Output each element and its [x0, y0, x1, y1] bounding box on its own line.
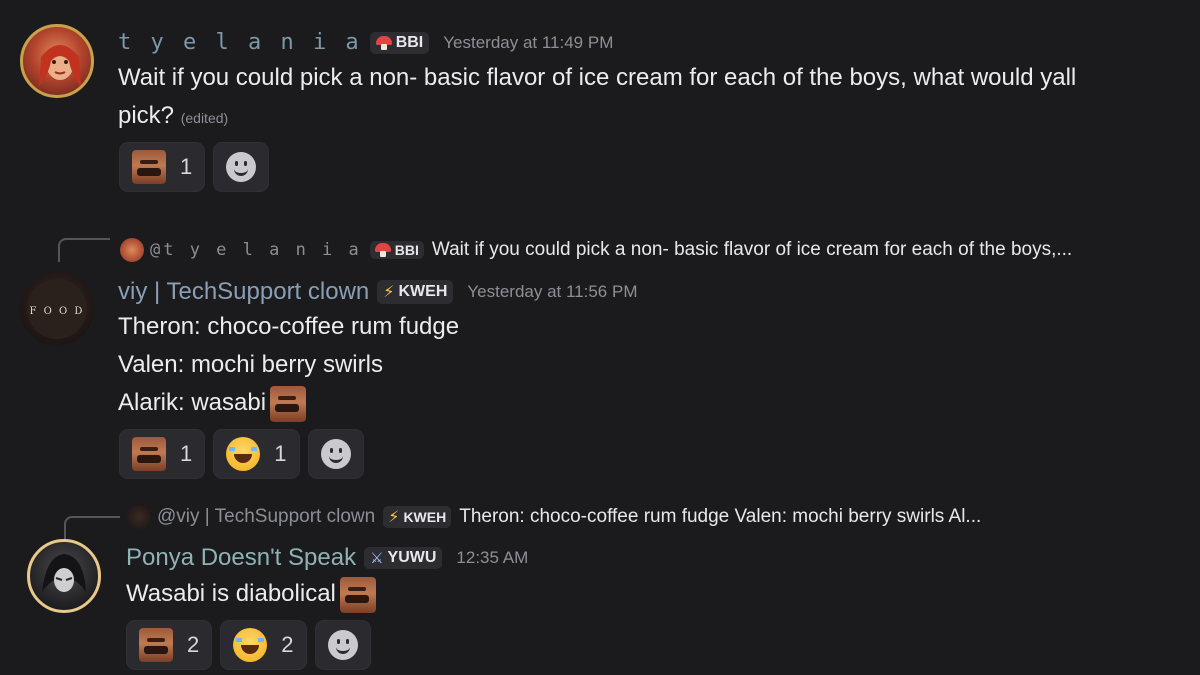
- edited-label: (edited): [180, 110, 229, 126]
- avatar-art: [42, 554, 86, 592]
- avatar-ponya[interactable]: [27, 539, 101, 613]
- reply-avatar: [127, 505, 151, 529]
- reaction-mustache[interactable]: 1: [119, 429, 206, 479]
- reply-tag: ⚡ KWEH: [383, 506, 452, 528]
- add-reaction-icon: [320, 439, 351, 469]
- add-reaction-icon: [327, 630, 358, 660]
- server-tag[interactable]: BBI: [369, 31, 430, 54]
- reply-connector: [58, 238, 110, 262]
- mustache-man-emoji: [132, 150, 166, 184]
- author-name[interactable]: Ponya Doesn't Speak: [126, 544, 356, 572]
- add-reaction-button[interactable]: [213, 142, 270, 192]
- tag-label: YUWU: [387, 549, 437, 566]
- reaction-mustache[interactable]: 1: [119, 142, 206, 192]
- reactions: 1: [119, 142, 270, 192]
- timestamp[interactable]: Yesterday at 11:56 PM: [467, 282, 637, 302]
- reply-text: Theron: choco-coffee rum fudge Valen: mo…: [459, 506, 982, 527]
- reaction-laugh[interactable]: 1: [213, 429, 300, 479]
- server-tag[interactable]: ⚡ KWEH: [377, 280, 454, 304]
- reactions: 2 2: [126, 620, 371, 670]
- add-reaction-button[interactable]: [314, 620, 371, 670]
- message-line: Wasabi is diabolical: [126, 575, 926, 613]
- author-name[interactable]: t y e l a n i a: [118, 30, 362, 55]
- message-line: Theron: choco-coffee rum fudge: [118, 313, 460, 340]
- avatar-viy[interactable]: F O O D: [20, 272, 94, 346]
- server-tag[interactable]: ⚔ YUWU: [364, 547, 443, 569]
- mushroom-icon: [375, 35, 392, 50]
- reply-author[interactable]: @t y e l a n i a: [150, 240, 362, 260]
- lightning-icon: ⚡: [388, 509, 400, 526]
- reply-tag-label: BBI: [394, 242, 419, 258]
- avatar-art: F O O D: [27, 279, 87, 339]
- reply-text: Wait if you could pick a non- basic flav…: [431, 239, 1073, 260]
- timestamp[interactable]: Yesterday at 11:49 PM: [443, 33, 613, 53]
- message-line: Alarik: wasabi: [118, 384, 1118, 422]
- avatar-text: F O O D: [30, 306, 85, 317]
- tag-label: BBI: [395, 33, 424, 51]
- lightning-icon: ⚡: [383, 284, 395, 301]
- reply-tag-label: KWEH: [403, 509, 447, 525]
- mustache-man-emoji: [270, 385, 307, 422]
- reaction-count: 2: [187, 632, 200, 657]
- mustache-man-emoji: [339, 576, 376, 613]
- reaction-count: 1: [180, 154, 193, 179]
- reaction-count: 2: [281, 632, 294, 657]
- message-content: Wasabi is diabolical: [126, 575, 926, 613]
- add-reaction-button[interactable]: [307, 429, 364, 479]
- avatar-tyelania[interactable]: [20, 24, 94, 98]
- reply-tag: BBI: [369, 241, 424, 259]
- add-reaction-icon: [226, 152, 257, 182]
- author-name[interactable]: viy | TechSupport clown: [118, 278, 369, 306]
- reply-connector: [64, 516, 120, 540]
- mustache-man-emoji: [132, 437, 166, 471]
- tag-label: KWEH: [398, 283, 448, 300]
- reply-preview[interactable]: @viy | TechSupport clown ⚡ KWEH Theron: c…: [127, 505, 981, 529]
- message-line: Valen: mochi berry swirls: [118, 351, 383, 378]
- reply-avatar: [120, 238, 144, 262]
- mustache-man-emoji: [139, 628, 173, 662]
- message-line: pick? (edited): [118, 97, 1178, 137]
- laughing-crying-emoji: [226, 437, 261, 471]
- reply-author[interactable]: @viy | TechSupport clown: [157, 506, 375, 528]
- reaction-laugh[interactable]: 2: [220, 620, 307, 670]
- message-line-text: Wasabi is diabolical: [126, 580, 336, 607]
- laughing-crying-emoji: [233, 628, 268, 662]
- reply-preview[interactable]: @t y e l a n i a BBI Wait if you could p…: [120, 238, 1072, 262]
- message-content: Theron: choco-coffee rum fudge Valen: mo…: [118, 308, 1118, 422]
- message-line-text: Alarik: wasabi: [118, 389, 267, 416]
- reaction-count: 1: [180, 441, 193, 466]
- reactions: 1 1: [119, 429, 364, 479]
- message-content: Wait if you could pick a non- basic flav…: [118, 59, 1178, 137]
- timestamp[interactable]: 12:35 AM: [456, 548, 528, 568]
- avatar-art: [39, 45, 81, 87]
- mushroom-icon: [374, 243, 391, 257]
- message-line: Wait if you could pick a non- basic flav…: [118, 64, 1077, 91]
- reaction-mustache[interactable]: 2: [126, 620, 213, 670]
- sword-icon: ⚔: [370, 550, 384, 567]
- message-line-text: pick?: [118, 102, 175, 129]
- reaction-count: 1: [274, 441, 287, 466]
